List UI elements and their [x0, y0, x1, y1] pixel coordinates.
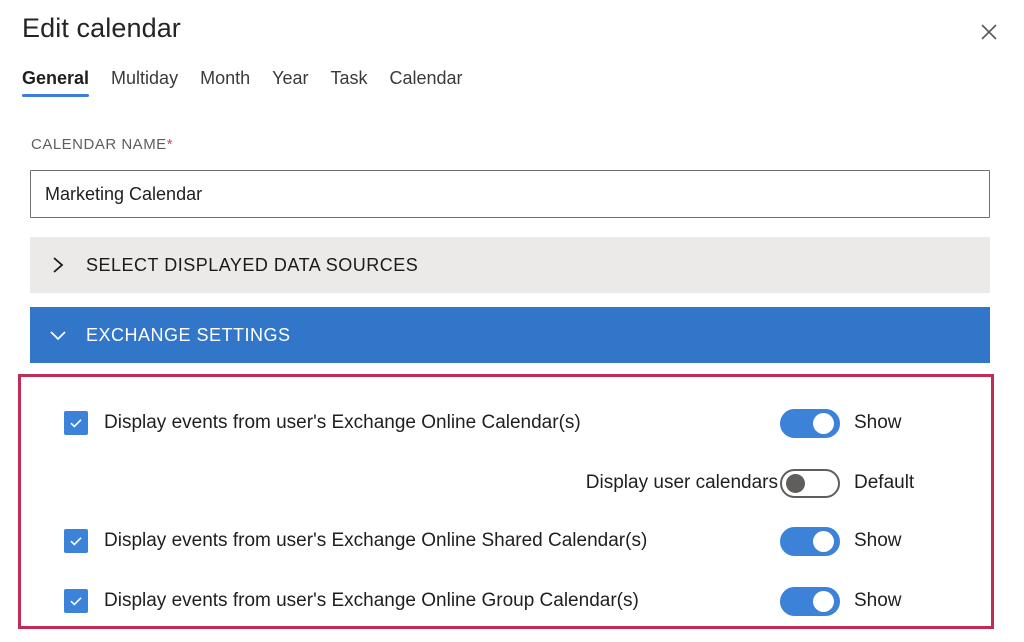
- tab-task-label: Task: [330, 68, 368, 88]
- checkbox-user-calendars[interactable]: [64, 411, 88, 435]
- toggle-knob: [813, 530, 834, 552]
- toggle-group-calendars-state: Show: [854, 590, 902, 611]
- setting-row: Display events from user's Exchange Onli…: [18, 580, 994, 622]
- tab-multiday[interactable]: Multiday: [100, 63, 189, 97]
- section-exchange-settings-title: EXCHANGE SETTINGS: [86, 324, 291, 345]
- toggle-shared-calendars[interactable]: [780, 526, 840, 556]
- close-icon[interactable]: [974, 17, 1004, 47]
- tab-general[interactable]: General: [22, 63, 100, 97]
- toggle-group-calendars[interactable]: [780, 586, 840, 616]
- tab-general-label: General: [22, 68, 90, 88]
- chevron-down-icon: [30, 326, 86, 344]
- tab-bar: General Multiday Month Year Task Calenda…: [22, 63, 474, 105]
- toggle-user-calendars-state: Show: [854, 412, 902, 433]
- toggle-knob: [813, 590, 834, 612]
- toggle-display-user-calendars[interactable]: [780, 468, 840, 498]
- tab-year[interactable]: Year: [261, 63, 319, 97]
- tab-multiday-label: Multiday: [111, 68, 179, 88]
- tab-month[interactable]: Month: [189, 63, 261, 97]
- required-asterisk: *: [166, 136, 174, 153]
- setting-row: Display events from user's Exchange Onli…: [18, 520, 994, 562]
- toggle-shared-calendars-state: Show: [854, 530, 902, 551]
- tab-task[interactable]: Task: [319, 63, 378, 97]
- checkbox-shared-calendars[interactable]: [64, 529, 88, 553]
- section-select-displayed-data-sources[interactable]: SELECT DISPLAYED DATA SOURCES: [30, 237, 990, 293]
- toggle-user-calendars[interactable]: [780, 408, 840, 438]
- calendar-name-label: CALENDAR NAME*: [31, 136, 173, 153]
- display-user-calendars-label: Display user calendars: [585, 472, 778, 493]
- calendar-name-label-text: CALENDAR NAME: [31, 136, 167, 153]
- tab-calendar[interactable]: Calendar: [379, 63, 474, 97]
- toggle-display-user-calendars-state: Default: [854, 472, 915, 493]
- toggle-knob: [786, 473, 805, 493]
- tab-calendar-label: Calendar: [389, 68, 463, 88]
- page-title: Edit calendar: [22, 13, 181, 43]
- checkbox-shared-calendars-label[interactable]: Display events from user's Exchange Onli…: [104, 530, 647, 552]
- dialog-header: Edit calendar: [0, 0, 1024, 62]
- checkbox-group-calendars[interactable]: [64, 589, 88, 613]
- calendar-name-input[interactable]: [30, 170, 990, 218]
- chevron-right-icon: [30, 254, 86, 276]
- checkbox-user-calendars-label[interactable]: Display events from user's Exchange Onli…: [104, 412, 581, 434]
- tab-active-underline: [22, 94, 90, 97]
- section-exchange-settings[interactable]: EXCHANGE SETTINGS: [30, 307, 990, 363]
- checkbox-group-calendars-label[interactable]: Display events from user's Exchange Onli…: [104, 590, 639, 612]
- toggle-knob: [813, 412, 834, 434]
- tab-year-label: Year: [272, 68, 309, 88]
- setting-row: Display events from user's Exchange Onli…: [18, 402, 994, 444]
- setting-row: Display user calendars Default: [18, 462, 994, 504]
- tab-month-label: Month: [200, 68, 251, 88]
- section-data-sources-title: SELECT DISPLAYED DATA SOURCES: [86, 254, 419, 275]
- exchange-settings-body: Display events from user's Exchange Onli…: [18, 374, 994, 629]
